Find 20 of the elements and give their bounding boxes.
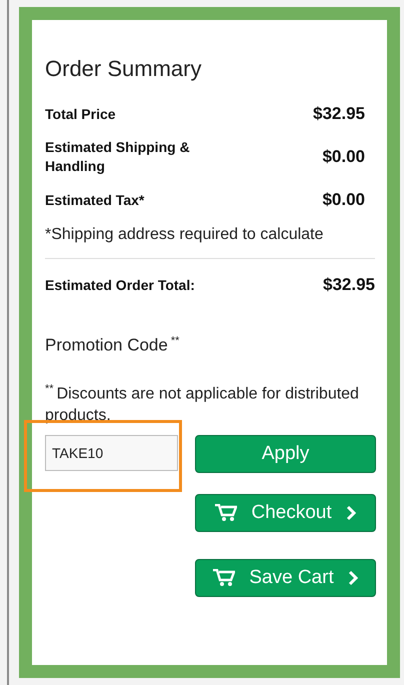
chevron-right-icon xyxy=(348,570,358,586)
total-label: Estimated Order Total: xyxy=(45,276,195,294)
discount-note: $^{**}$ Discounts are not applicable for distributed products. xyxy=(45,382,360,426)
line-value: $32.95 xyxy=(313,104,365,124)
cart-icon xyxy=(213,568,236,587)
line-label: Estimated Shipping & Handling xyxy=(45,138,191,176)
cart-icon xyxy=(215,504,238,522)
total-value: $32.95 xyxy=(323,275,375,295)
summary-title: Order Summary xyxy=(45,56,202,82)
promo-code-field[interactable]: TAKE10 xyxy=(45,434,178,471)
footnote: *Shipping address required to calculate xyxy=(45,225,324,245)
line-value: $0.00 xyxy=(322,190,365,210)
line-label: Total Price xyxy=(45,104,117,124)
line-value: $0.00 xyxy=(322,147,365,167)
action-button[interactable]: Save Cart xyxy=(195,558,376,597)
line-label: Estimated Tax* xyxy=(45,190,146,210)
chevron-right-icon xyxy=(346,504,356,521)
action-button[interactable]: Checkout xyxy=(195,494,376,532)
action-button[interactable]: Apply xyxy=(195,434,376,473)
promotion-label: Promotion Code $^{**}$ xyxy=(45,335,180,356)
